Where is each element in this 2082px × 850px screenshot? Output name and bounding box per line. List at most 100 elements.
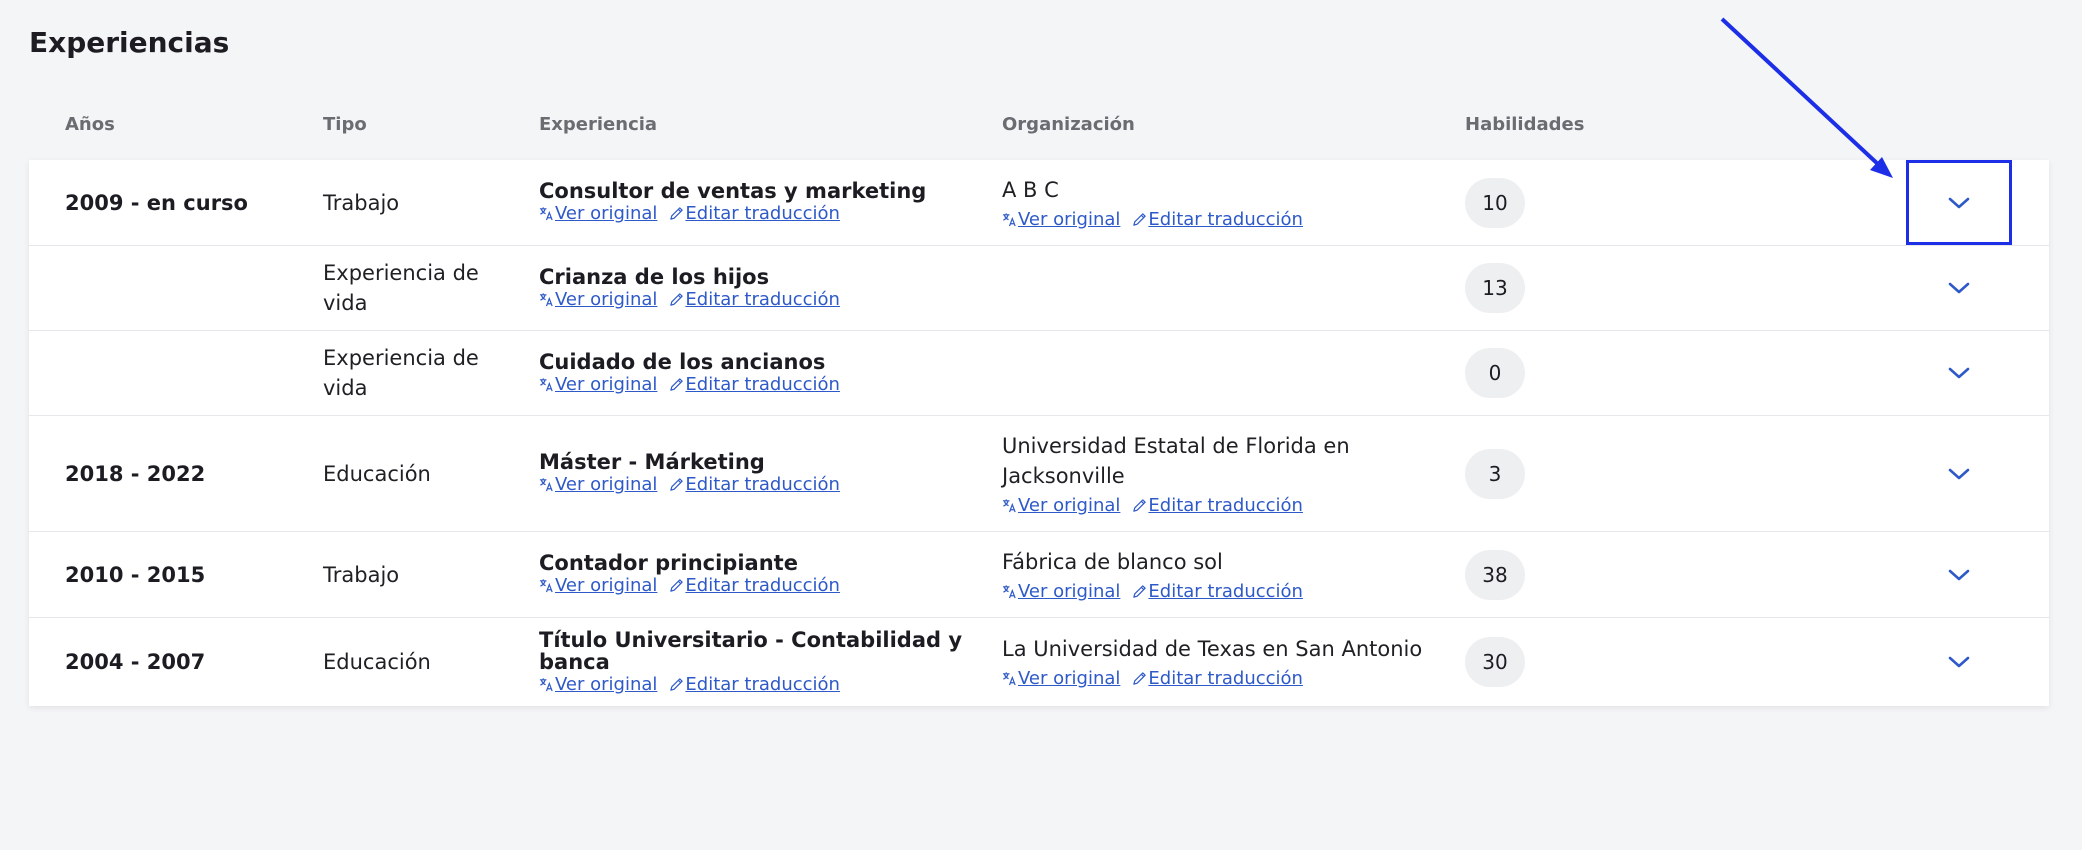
- skills-count-badge: 0: [1465, 348, 1525, 398]
- chevron-down-icon: [1948, 468, 1970, 479]
- expand-row-button[interactable]: [1909, 444, 2009, 504]
- experience-title: Título Universitario - Contabilidad y ba…: [539, 627, 963, 674]
- edit-translation-link[interactable]: Editar traducción: [669, 474, 840, 495]
- table-row: Experiencia de vida Cuidado de los ancian…: [29, 331, 2049, 416]
- view-original-link[interactable]: Ver original: [1002, 495, 1120, 516]
- edit-translation-label: Editar traducción: [1148, 580, 1303, 602]
- edit-translation-link[interactable]: Editar traducción: [1132, 581, 1303, 602]
- experience-cell: Título Universitario - Contabilidad y ba…: [539, 618, 969, 706]
- years-text: 2018 - 2022: [65, 461, 206, 486]
- years-text: 2004 - 2007: [65, 650, 206, 674]
- expand-row-button[interactable]: [1906, 160, 2012, 245]
- type-text: Trabajo: [323, 562, 400, 587]
- experience-cell: Crianza de los hijos Ver original Editar t…: [539, 246, 969, 330]
- translation-links: Ver original Editar traducción: [1002, 209, 1432, 231]
- translation-links: Ver original Editar traducción: [1002, 581, 1432, 603]
- table-row: 2004 - 2007 Educación Título Universitario…: [29, 618, 2049, 706]
- skills-cell: 30: [1465, 618, 1585, 706]
- edit-translation-link[interactable]: Editar traducción: [1132, 668, 1303, 689]
- translate-icon: [1002, 212, 1016, 226]
- translate-icon: [539, 377, 553, 391]
- experience-title: Máster - Márketing: [539, 450, 765, 474]
- page-title: Experiencias: [29, 26, 230, 59]
- view-original-label: Ver original: [1018, 494, 1121, 516]
- view-original-label: Ver original: [1018, 208, 1121, 230]
- experience-cell: Máster - Márketing Ver original Editar tra…: [539, 416, 969, 531]
- toggle-cell: [1909, 618, 2009, 706]
- view-original-link[interactable]: Ver original: [1002, 209, 1120, 230]
- pencil-icon: [1133, 212, 1147, 226]
- chevron-down-icon: [1948, 569, 1970, 580]
- header-experience: Experiencia: [539, 114, 658, 135]
- years-cell: [65, 246, 315, 330]
- skills-count-badge: 38: [1465, 549, 1525, 600]
- expand-row-button[interactable]: [1909, 258, 2009, 318]
- view-original-link[interactable]: Ver original: [539, 474, 657, 495]
- skills-count-badge: 30: [1465, 637, 1525, 687]
- translation-links: Ver original Editar traducción: [1002, 668, 1432, 690]
- translate-icon: [1002, 498, 1016, 512]
- skills-count-badge: 10: [1465, 177, 1525, 228]
- edit-translation-link[interactable]: Editar traducción: [669, 374, 840, 395]
- view-original-link[interactable]: Ver original: [1002, 668, 1120, 689]
- view-original-link[interactable]: Ver original: [539, 674, 657, 695]
- table-row: 2018 - 2022 Educación Máster - Márketing Ve…: [29, 416, 2049, 532]
- edit-translation-label: Editar traducción: [685, 673, 840, 695]
- view-original-link[interactable]: Ver original: [539, 203, 657, 224]
- type-text: Educación: [323, 461, 431, 486]
- experience-title: Consultor de ventas y marketing: [539, 179, 927, 203]
- edit-translation-link[interactable]: Editar traducción: [669, 203, 840, 224]
- type-cell: Experiencia de vida: [323, 246, 523, 330]
- years-cell: 2018 - 2022: [65, 416, 315, 531]
- edit-translation-link[interactable]: Editar traducción: [669, 575, 840, 596]
- translation-links: Ver original Editar traducción: [539, 575, 969, 597]
- skills-cell: 10: [1465, 160, 1585, 245]
- skills-count-badge: 3: [1465, 448, 1525, 499]
- chevron-down-icon: [1948, 367, 1970, 379]
- table-row: Experiencia de vida Crianza de los hijos V…: [29, 246, 2049, 331]
- edit-translation-link[interactable]: Editar traducción: [669, 289, 840, 310]
- expand-row-button[interactable]: [1909, 545, 2009, 605]
- years-cell: [65, 331, 315, 415]
- type-cell: Educación: [323, 618, 523, 706]
- expand-row-button[interactable]: [1909, 632, 2009, 692]
- view-original-label: Ver original: [555, 575, 658, 596]
- skills-count-badge: 13: [1465, 263, 1525, 313]
- type-text: Trabajo: [323, 190, 400, 215]
- organization-name: Universidad Estatal de Florida en Jackso…: [1002, 433, 1350, 488]
- view-original-link[interactable]: Ver original: [539, 374, 657, 395]
- type-cell: Trabajo: [323, 160, 523, 245]
- experience-title: Contador principiante: [539, 551, 798, 575]
- years-cell: 2009 - en curso: [65, 160, 315, 245]
- experience-cell: Cuidado de los ancianos Ver original Edita…: [539, 331, 969, 415]
- edit-translation-label: Editar traducción: [1148, 668, 1303, 689]
- translate-icon: [539, 579, 553, 593]
- chevron-down-icon: [1948, 197, 1970, 208]
- view-original-label: Ver original: [555, 203, 658, 224]
- type-cell: Experiencia de vida: [323, 331, 523, 415]
- view-original-link[interactable]: Ver original: [1002, 581, 1120, 602]
- annotation-arrow-line: [1720, 17, 1882, 168]
- experience-cell: Contador principiante Ver original Editar …: [539, 532, 969, 617]
- organization-cell: Fábrica de blanco sol Ver original Editar …: [1002, 532, 1432, 617]
- pencil-icon: [670, 478, 684, 491]
- edit-translation-link[interactable]: Editar traducción: [1132, 495, 1303, 516]
- experience-title: Crianza de los hijos: [539, 264, 770, 289]
- organization-cell: Universidad Estatal de Florida en Jackso…: [1002, 416, 1432, 531]
- table-row: 2009 - en curso Trabajo Consultor de venta…: [29, 160, 2049, 246]
- expand-row-button[interactable]: [1909, 343, 2009, 403]
- view-original-link[interactable]: Ver original: [539, 575, 657, 596]
- toggle-cell: [1909, 416, 2009, 531]
- view-original-link[interactable]: Ver original: [539, 289, 657, 310]
- years-text: 2010 - 2015: [65, 562, 206, 587]
- chevron-down-icon: [1948, 282, 1970, 294]
- chevron-down-icon: [1948, 656, 1970, 668]
- years-cell: 2004 - 2007: [65, 618, 315, 706]
- edit-translation-link[interactable]: Editar traducción: [669, 674, 840, 695]
- type-text: Experiencia de vida: [323, 346, 479, 400]
- type-text: Educación: [323, 650, 431, 674]
- edit-translation-link[interactable]: Editar traducción: [1132, 209, 1303, 230]
- translation-links: Ver original Editar traducción: [539, 374, 969, 396]
- type-cell: Trabajo: [323, 532, 523, 617]
- table-header: Años Tipo Experiencia Organización Habil…: [29, 108, 2049, 142]
